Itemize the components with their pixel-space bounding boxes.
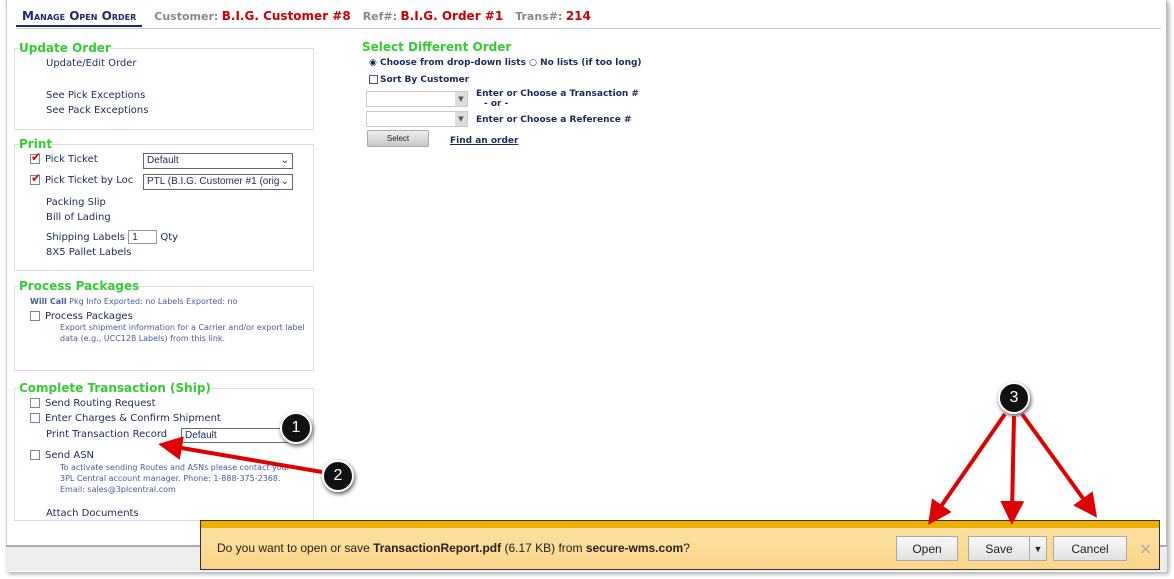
callout-3: 3 bbox=[998, 382, 1030, 414]
annotation-arrow bbox=[1000, 415, 1025, 525]
annotation-arrow bbox=[1020, 412, 1098, 518]
annotation-arrow bbox=[928, 412, 1007, 525]
annotation-overlay bbox=[158, 412, 1098, 525]
callout-2: 2 bbox=[322, 460, 354, 492]
callout-1: 1 bbox=[280, 412, 312, 444]
annotation-arrow bbox=[158, 436, 323, 474]
